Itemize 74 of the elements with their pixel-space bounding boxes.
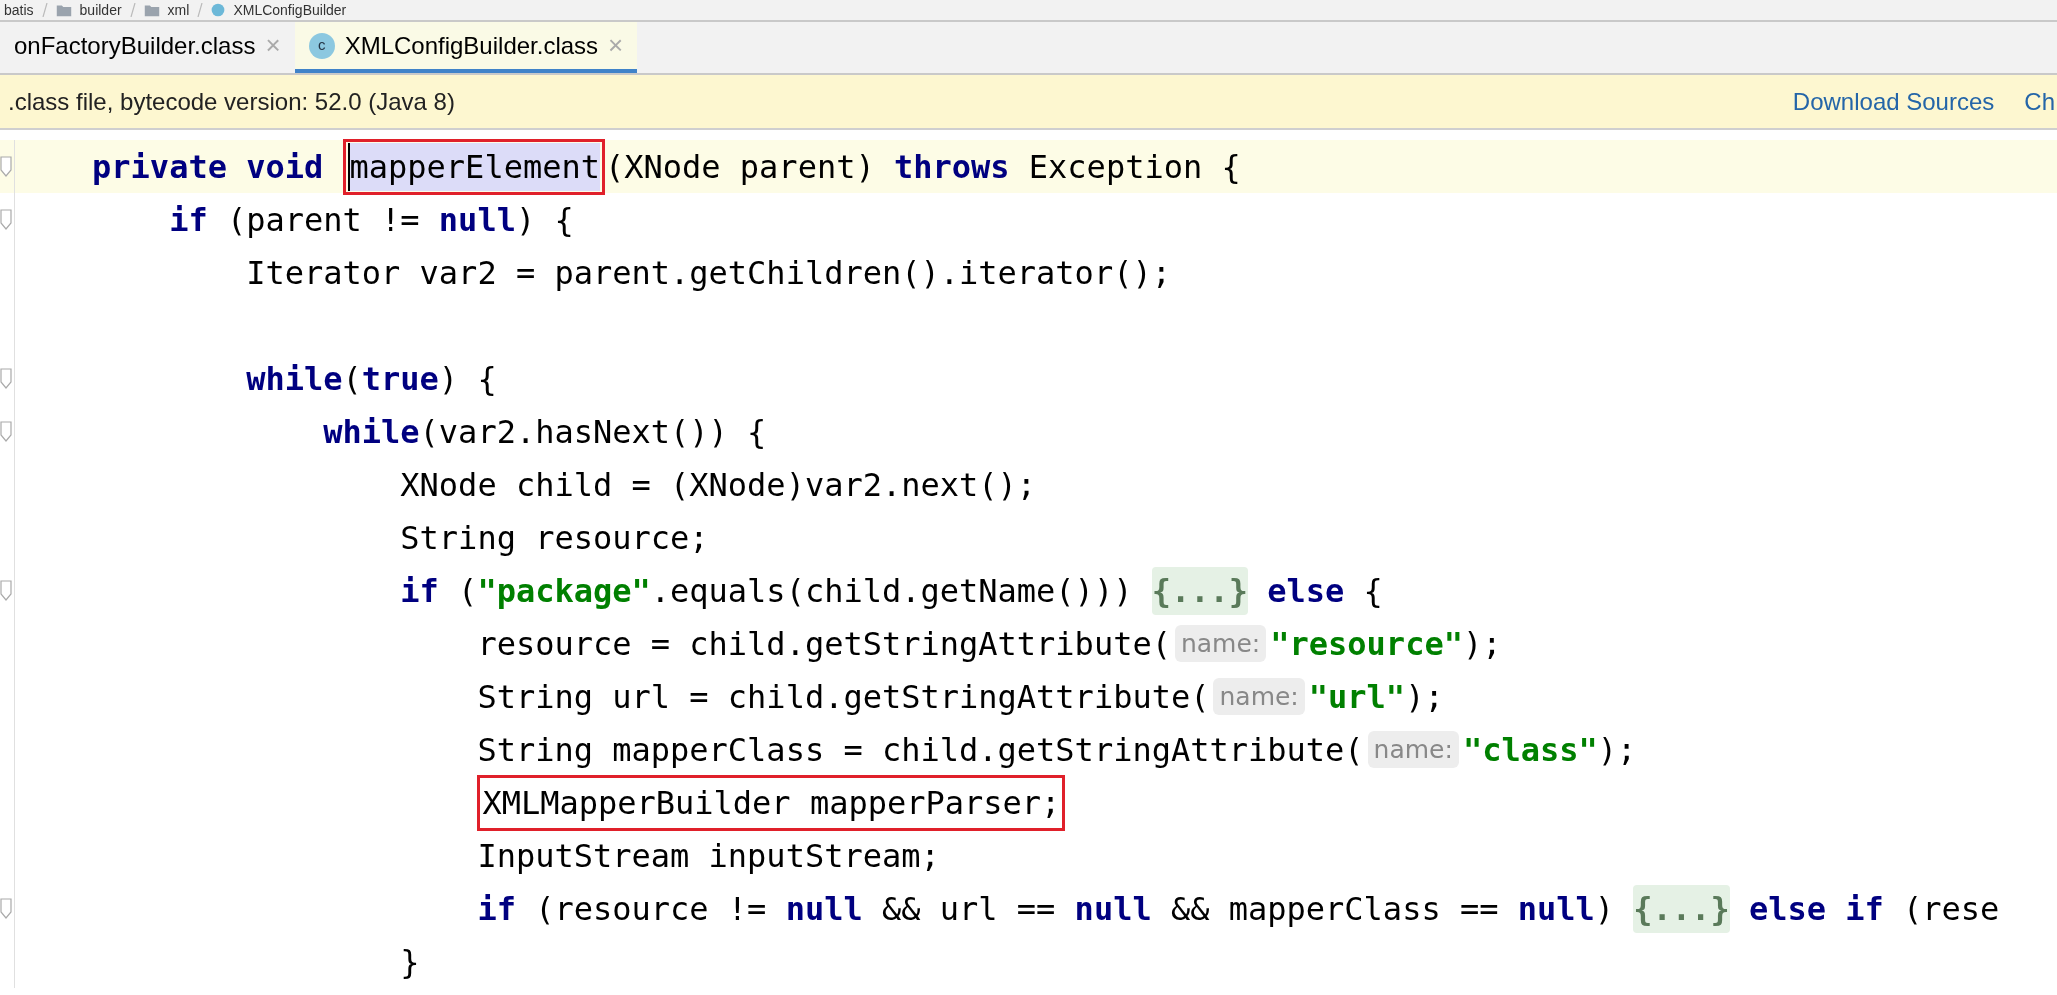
fold-icon[interactable] [0, 420, 12, 443]
code-keyword: null [438, 199, 516, 241]
code-text: (rese [1903, 888, 2000, 930]
code-text: (XNode parent) [604, 146, 876, 188]
code-text: .equals(child.getName())) [650, 570, 1134, 612]
notification-text: .class file, bytecode version: 52.0 (Java 8) [8, 86, 455, 117]
class-file-icon: c [308, 32, 335, 59]
code-text: ( [458, 570, 478, 612]
notification-link[interactable]: Download Sources [1792, 83, 1995, 120]
code-string: "package" [477, 570, 651, 612]
code-text: ); [1405, 676, 1444, 718]
code-text: Iterator var2 = parent.getChildren().iterator(); [245, 252, 1171, 294]
breadcrumb-item[interactable]: batis [4, 2, 34, 18]
code-text: ) [1594, 888, 1616, 930]
code-text: ) { [515, 199, 574, 241]
code-keyword: true [361, 358, 439, 400]
code-text: XMLMapperBuilder mapperParser; [482, 782, 1061, 824]
selected-identifier: mapperElement [347, 142, 600, 191]
code-text: Exception { [1028, 146, 1241, 188]
code-string: "url" [1308, 676, 1406, 718]
code-keyword: else if [1747, 888, 1885, 930]
code-text: ); [1462, 623, 1502, 665]
code-text: String url = child.getStringAttribute( [476, 676, 1210, 718]
folder-icon [55, 3, 72, 17]
breadcrumb-item[interactable]: builder [79, 2, 122, 18]
code-keyword: if [168, 199, 209, 241]
fold-icon[interactable] [0, 897, 12, 920]
code-keyword: while [245, 358, 343, 400]
folded-block[interactable]: {...} [1151, 566, 1248, 615]
code-text: && mapperClass == [1170, 888, 1500, 930]
code-text: ); [1597, 729, 1637, 771]
folded-block[interactable]: {...} [1633, 884, 1730, 933]
code-text: (resource != [535, 888, 768, 930]
code-text: && url == [881, 888, 1057, 930]
breadcrumb-item[interactable]: xml [167, 2, 190, 18]
path-separator-icon [41, 3, 48, 17]
code-keyword: while [322, 411, 420, 453]
code-text: (parent != [226, 199, 421, 241]
tab-label: onFactoryBuilder.class [14, 30, 256, 61]
fold-icon[interactable] [0, 579, 12, 602]
parameter-hint: name: [1213, 677, 1305, 716]
code-string: "class" [1462, 729, 1598, 771]
code-text: resource = child.getStringAttribute( [476, 623, 1171, 665]
code-string: "resource" [1270, 623, 1463, 665]
class-icon [211, 3, 226, 17]
folder-icon [143, 3, 160, 17]
fold-icon[interactable] [0, 367, 12, 390]
tab-label: XMLConfigBuilder.class [344, 30, 599, 61]
code-keyword: null [1074, 888, 1153, 930]
code-text: ( [342, 358, 362, 400]
code-keyword: private void [91, 146, 325, 188]
code-text: ) { [438, 358, 497, 400]
code-keyword: throws [893, 146, 1011, 188]
path-separator-icon [197, 3, 204, 17]
code-keyword: if [476, 888, 517, 930]
fold-icon[interactable] [0, 155, 12, 178]
code-text: } [399, 941, 420, 983]
code-text: String resource; [399, 517, 709, 559]
code-text: { [1363, 570, 1383, 612]
code-keyword: null [1517, 888, 1595, 930]
code-text: XNode child = (XNode)var2.next(); [399, 464, 1037, 506]
code-text: String mapperClass = child.getStringAttribute( [476, 729, 1364, 771]
parameter-hint: name: [1174, 624, 1267, 663]
code-keyword: null [785, 888, 864, 930]
parameter-hint: name: [1367, 730, 1459, 769]
editor-tab[interactable]: c XMLConfigBuilder.class × [294, 22, 638, 73]
breadcrumb-item[interactable]: XMLConfigBuilder [233, 2, 347, 18]
code-text: InputStream inputStream; [476, 835, 940, 877]
code-keyword: else [1266, 570, 1346, 612]
fold-icon[interactable] [0, 208, 12, 231]
code-keyword: if [399, 570, 440, 612]
code-text: (var2.hasNext()) { [419, 411, 767, 453]
path-separator-icon [129, 3, 136, 17]
notification-link[interactable]: Ch [2024, 83, 2055, 120]
